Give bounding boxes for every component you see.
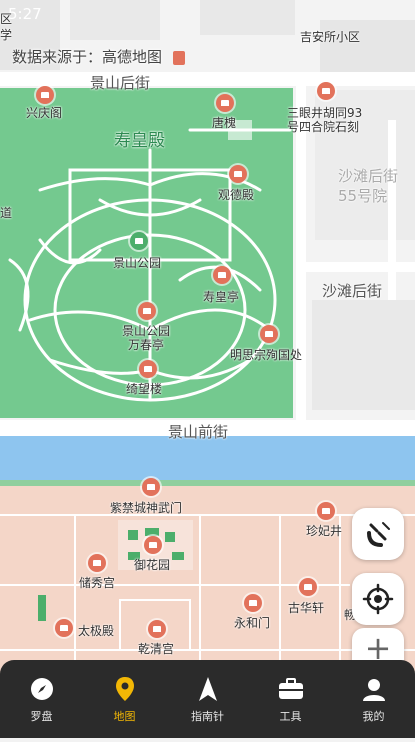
toolbox-icon — [278, 676, 304, 702]
poi-marker-icon[interactable] — [317, 82, 335, 100]
navigation-arrow-icon — [195, 676, 221, 702]
poi-marker-icon[interactable] — [144, 536, 162, 554]
road-label: 景山后街 — [90, 74, 151, 92]
status-time: 5:27 — [8, 5, 42, 23]
poi-marker-icon[interactable] — [139, 360, 157, 378]
poi-marker-icon[interactable] — [142, 478, 160, 496]
poi-label: 三眼井胡同93 号四合院石刻 — [287, 106, 363, 134]
poi-marker-icon[interactable] — [148, 620, 166, 638]
poi-marker-icon[interactable] — [229, 165, 247, 183]
poi-label: 储秀宫 — [79, 576, 116, 590]
poi-marker-icon[interactable] — [216, 94, 234, 112]
map-view[interactable]: 5:27 区 学 道 畅 数据来源于：高德地图 景山后街 沙滩后街 景山前街 沙… — [0, 0, 415, 738]
data-source-text: 数据来源于：高德地图 — [12, 48, 163, 66]
locate-button[interactable] — [352, 573, 404, 625]
road-label: 沙滩后街 — [322, 282, 383, 300]
road-label: 沙滩后街 55号院 — [338, 167, 399, 205]
road-label: 景山前街 — [168, 423, 229, 441]
tab-profile[interactable]: 我的 — [332, 660, 415, 738]
poi-label: 景山公园 万春亭 — [122, 324, 171, 352]
poi-marker-icon[interactable] — [299, 578, 317, 596]
tab-compass-guide[interactable]: 指南针 — [166, 660, 249, 738]
poi-label: 珍妃井 — [306, 524, 343, 538]
tab-label: 工具 — [279, 710, 302, 723]
tab-label: 我的 — [362, 710, 385, 723]
poi-label: 兴庆阁 — [26, 106, 63, 120]
poi-label: 永和门 — [234, 616, 271, 630]
poi-label: 古华轩 — [288, 601, 325, 615]
poi-label: 唐槐 — [212, 116, 237, 130]
tab-label: 地图 — [113, 710, 136, 723]
poi-marker-icon[interactable] — [36, 86, 54, 104]
partial-label: 区 — [0, 12, 13, 26]
poi-label: 观德殿 — [218, 188, 255, 202]
bottom-tab-bar: 罗盘 地图 指南针 工具 我的 — [0, 660, 415, 738]
location-pin-icon — [112, 676, 138, 702]
status-bar: 5:27 — [0, 0, 415, 26]
tab-tools[interactable]: 工具 — [249, 660, 332, 738]
tab-label: 罗盘 — [30, 710, 53, 723]
poi-marker-icon[interactable] — [260, 325, 278, 343]
poi-label: 寿皇亭 — [203, 290, 240, 304]
poi-label: 乾清宫 — [138, 642, 175, 656]
info-icon — [172, 50, 185, 65]
poi-label: 紫禁城神武门 — [110, 501, 183, 515]
partial-label: 学 — [0, 28, 13, 42]
magnet-icon — [367, 522, 390, 547]
magnet-calibrate-button[interactable] — [352, 508, 404, 560]
poi-label: 吉安所小区 — [300, 30, 361, 44]
poi-label: 明思宗殉国处 — [230, 348, 303, 362]
park-marker-icon[interactable] — [130, 232, 148, 250]
locate-icon — [362, 583, 394, 615]
park-label: 寿皇殿 — [114, 131, 165, 151]
tab-label: 指南针 — [191, 710, 224, 723]
data-source-label: 数据来源于：高德地图 — [12, 46, 185, 67]
poi-marker-icon[interactable] — [317, 502, 335, 520]
user-icon — [361, 676, 387, 702]
tab-compass[interactable]: 罗盘 — [0, 660, 83, 738]
poi-label: 景山公园 — [113, 256, 162, 270]
poi-label: 御花园 — [134, 558, 171, 572]
compass-icon — [29, 676, 55, 702]
poi-marker-icon[interactable] — [213, 266, 231, 284]
tab-map[interactable]: 地图 — [83, 660, 166, 738]
poi-marker-icon[interactable] — [138, 302, 156, 320]
poi-marker-icon[interactable] — [88, 554, 106, 572]
poi-label: 太极殿 — [78, 624, 115, 638]
poi-marker-icon[interactable] — [55, 619, 73, 637]
partial-label: 道 — [0, 206, 13, 220]
poi-marker-icon[interactable] — [244, 594, 262, 612]
poi-label: 绮望楼 — [126, 382, 163, 396]
